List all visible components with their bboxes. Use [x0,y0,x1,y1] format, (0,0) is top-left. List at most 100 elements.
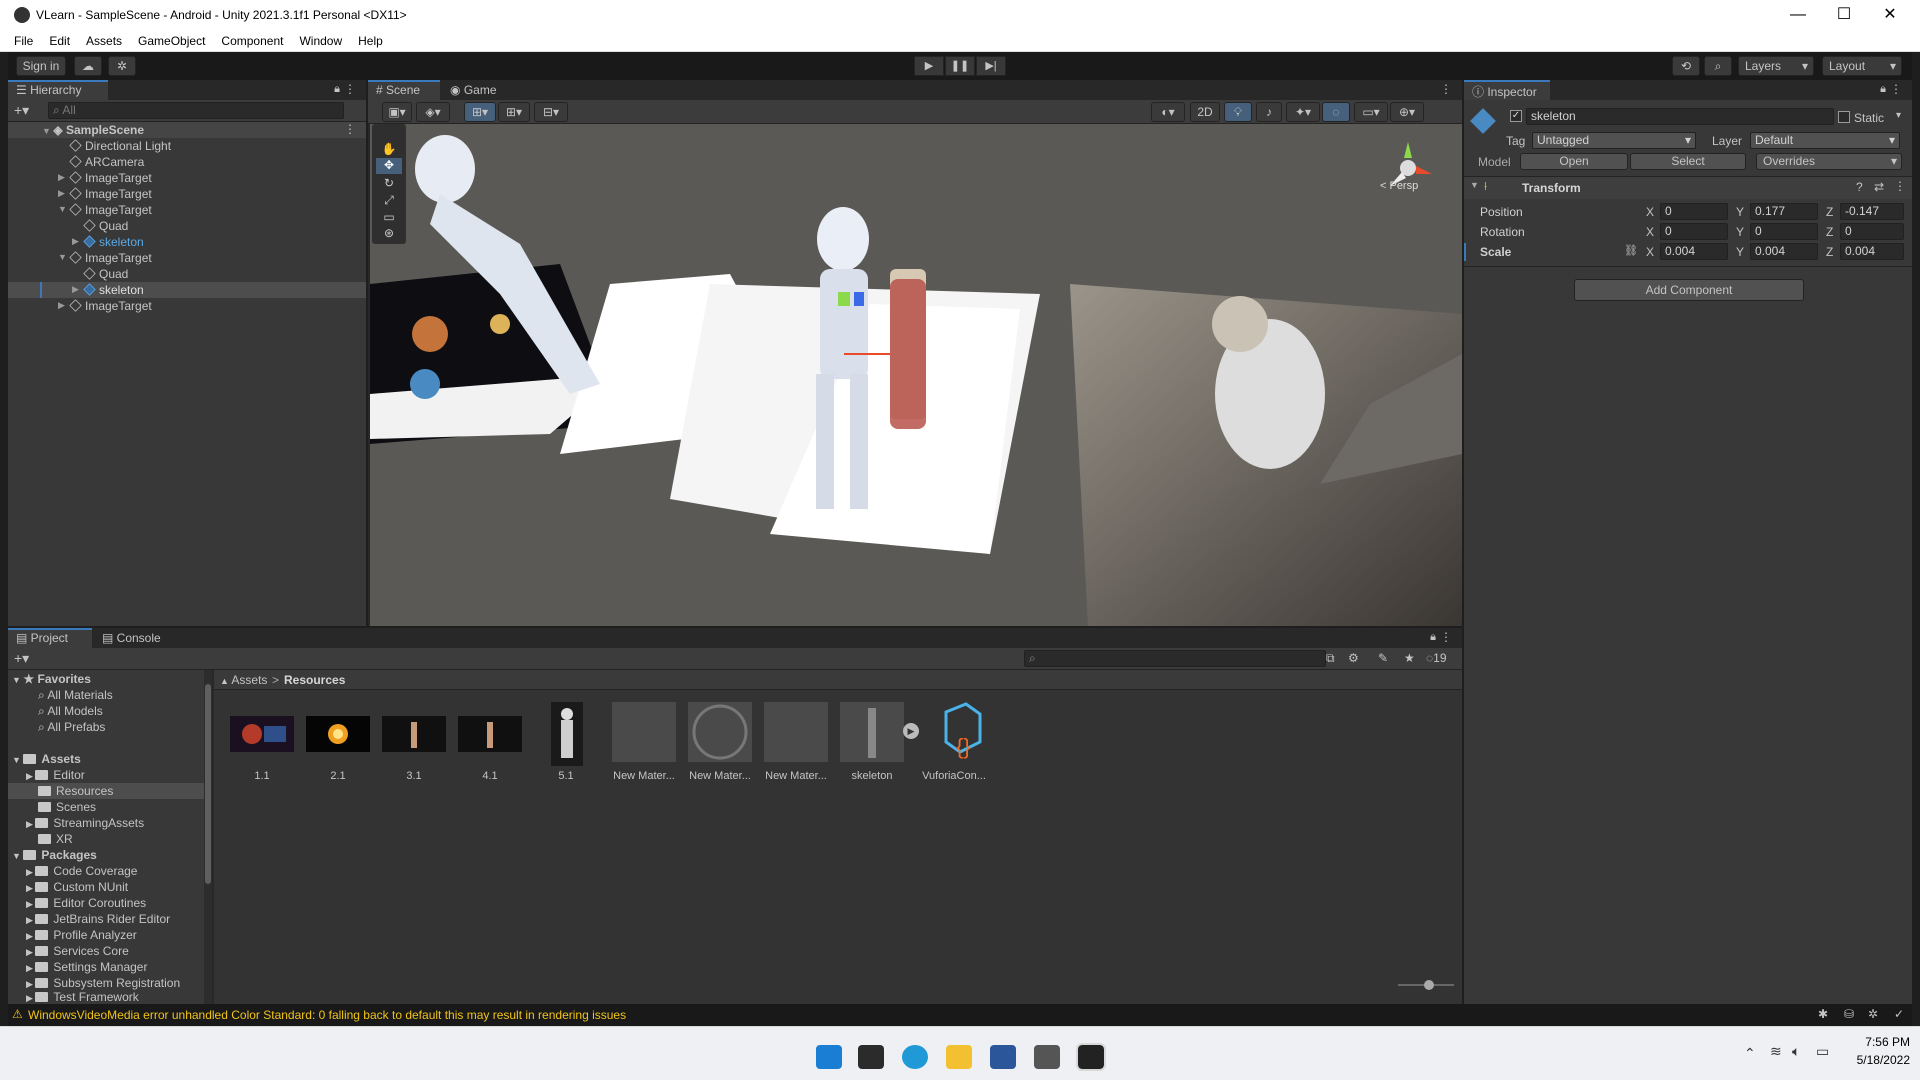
favorite-item[interactable]: ⌕ All Models [38,704,103,720]
close-button[interactable]: ✕ [1867,4,1913,26]
menu-assets[interactable]: Assets [78,30,130,48]
hierarchy-item[interactable]: ARCamera [69,155,144,171]
static-checkbox[interactable] [1838,111,1850,123]
position-z-field[interactable]: -0.147 [1840,203,1904,220]
tab-scene[interactable]: # Scene [368,80,440,100]
breadcrumb-resources[interactable]: Resources [284,673,345,687]
gizmos-icon[interactable]: ⊕▾ [1390,102,1424,122]
asset-thumbnail[interactable]: {} [922,702,986,762]
sign-in-button[interactable]: Sign in [16,56,66,76]
battery-icon[interactable]: ▭ [1816,1043,1829,1060]
scale-z-field[interactable]: 0.004 [1840,243,1904,260]
expand-arrow-icon[interactable]: ▶ [58,300,65,311]
hierarchy-item[interactable]: ImageTarget [69,251,152,267]
favorite-item[interactable]: ⌕ All Prefabs [38,720,105,736]
more-icon[interactable]: ⋮ [344,82,356,96]
hierarchy-item[interactable]: ImageTarget [69,203,152,219]
shading-icon[interactable]: ◈▾ [416,102,450,122]
more-icon[interactable]: ⋮ [1440,82,1452,96]
folder-item-selected[interactable]: Resources [38,784,113,800]
scale-y-field[interactable]: 0.004 [1750,243,1818,260]
scene-viewport[interactable]: ✋ ✥ ↻ ⤢ ▭ ⊛ < Persp [370,124,1462,626]
filter-icon[interactable]: ⚙ [1348,651,1359,665]
open-button[interactable]: Open [1520,153,1628,170]
menu-edit[interactable]: Edit [41,30,78,48]
hierarchy-item[interactable]: ImageTarget [69,187,152,203]
overrides-dropdown[interactable]: Overrides ▾ [1756,153,1902,170]
component-more-icon[interactable]: ⋮ [1894,179,1906,193]
hierarchy-item[interactable]: ImageTarget [69,299,152,315]
package-item[interactable]: ▶ JetBrains Rider Editor [26,912,170,928]
package-item[interactable]: ▶ Services Core [26,944,129,960]
add-component-button[interactable]: Add Component [1574,279,1804,301]
collapse-arrow-icon[interactable]: ▼ [1470,180,1479,190]
position-y-field[interactable]: 0.177 [1750,203,1818,220]
collab-icon[interactable]: ✲ [108,56,136,76]
bake-icon[interactable]: ✲ [1868,1007,1878,1021]
increment-snap-icon[interactable]: ⊟▾ [534,102,568,122]
layers-dropdown[interactable]: Layers ▾ [1738,56,1814,76]
scrollbar-thumb[interactable] [205,684,211,884]
clock-date[interactable]: 5/18/2022 [1846,1053,1910,1067]
transform-tool-icon[interactable]: ⊛ [376,226,402,242]
search-by-type-icon[interactable]: ⧉ [1326,651,1335,666]
minimize-button[interactable]: — [1775,4,1821,26]
package-item[interactable]: ▶ Settings Manager [26,960,147,976]
expand-arrow-icon[interactable]: ▶ [72,236,79,247]
file-explorer-icon[interactable] [946,1045,972,1069]
toggle-2d-button[interactable]: 2D [1190,102,1220,122]
breadcrumb-assets[interactable]: ▲ Assets [220,673,267,687]
asset-thumbnail[interactable] [551,702,583,766]
expand-arrow-icon[interactable]: ▶ [58,172,65,183]
package-item[interactable]: ▶ Editor Coroutines [26,896,146,912]
menu-component[interactable]: Component [213,30,291,48]
clock-time[interactable]: 7:56 PM [1854,1035,1910,1049]
favorite-star-icon[interactable]: ★ [1404,651,1415,665]
package-item[interactable]: ▶ Code Coverage [26,864,137,880]
tab-project[interactable]: ▤ Project [8,628,92,648]
cloud-icon[interactable]: ☁ [74,56,102,76]
lock-icon[interactable]: 🔒︎ [1430,631,1436,644]
asset-thumbnail[interactable] [840,702,904,762]
unity-hub-icon[interactable] [1034,1045,1060,1069]
rotation-x-field[interactable]: 0 [1660,223,1728,240]
active-checkbox[interactable]: ✓ [1510,110,1522,122]
folder-item[interactable]: XR [38,832,73,848]
packages-header[interactable]: ▼ Packages [12,848,97,864]
project-search-input[interactable]: ⌕ [1024,650,1326,667]
preset-icon[interactable]: ⇄ [1874,180,1884,194]
package-item[interactable]: ▶ Custom NUnit [26,880,128,896]
scene-more-icon[interactable]: ⋮ [344,122,356,136]
effects-icon[interactable]: ✦▾ [1286,102,1320,122]
tab-console[interactable]: ▤ Console [94,628,174,648]
layout-dropdown[interactable]: Layout ▾ [1822,56,1902,76]
cache-icon[interactable]: ⛁ [1844,1007,1854,1021]
favorite-item[interactable]: ⌕ All Materials [38,688,113,704]
edge-icon[interactable] [902,1045,928,1069]
object-name-field[interactable]: skeleton [1526,108,1834,125]
asset-thumbnail[interactable] [458,716,522,752]
scale-tool-icon[interactable]: ⤢ [376,193,402,209]
tag-dropdown[interactable]: Untagged ▾ [1532,132,1696,149]
draw-mode-icon[interactable]: ▣▾ [382,102,412,122]
grid-snap-icon[interactable]: ⊞▾ [464,102,496,122]
history-icon[interactable]: ⟲ [1672,56,1700,76]
asset-thumbnail[interactable] [688,702,752,762]
maximize-button[interactable]: ☐ [1821,4,1867,26]
layer-dropdown[interactable]: Default ▾ [1750,132,1900,149]
rect-tool-icon[interactable]: ▭ [376,210,402,226]
rotation-z-field[interactable]: 0 [1840,223,1904,240]
asset-thumbnail[interactable] [230,716,294,752]
rotate-tool-icon[interactable]: ↻ [376,176,402,192]
link-icon[interactable]: ⛓ [1624,244,1638,257]
debug-icon[interactable]: ✱ [1818,1007,1828,1021]
package-item[interactable]: ▶ Profile Analyzer [26,928,137,944]
word-icon[interactable] [990,1045,1016,1069]
check-circle-icon[interactable]: ✓ [1894,1007,1904,1021]
pause-button[interactable]: ❚❚ [945,56,975,76]
rotation-y-field[interactable]: 0 [1750,223,1818,240]
hierarchy-item[interactable]: ImageTarget [69,171,152,187]
grid-icon[interactable]: ⊞▾ [498,102,530,122]
collapse-arrow-icon[interactable]: ▼ [58,252,67,262]
favorites-header[interactable]: ▼ ★ Favorites [12,672,91,688]
